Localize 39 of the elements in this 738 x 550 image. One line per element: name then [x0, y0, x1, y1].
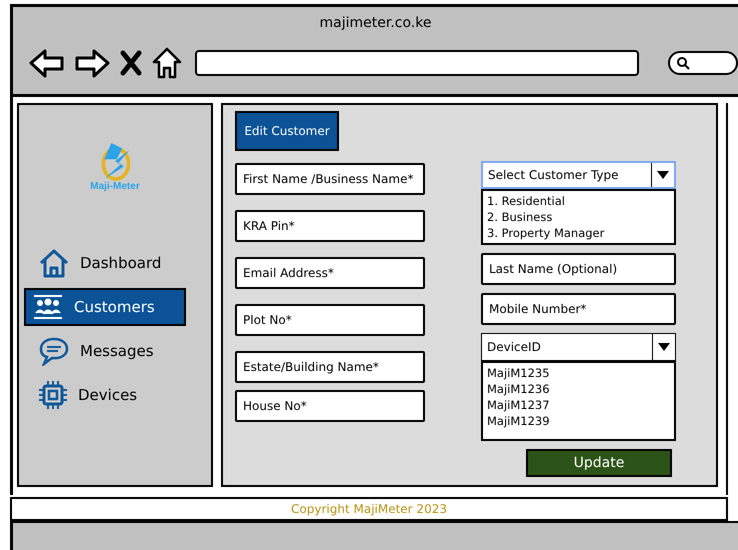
input-field[interactable]: Mobile Number* — [481, 293, 676, 325]
dropdown-option[interactable]: MajiM1235 — [487, 365, 670, 381]
sidebar-item[interactable]: Customers — [24, 288, 186, 326]
input-field[interactable]: House No* — [235, 390, 425, 422]
dropdown-option[interactable]: MajiM1237 — [487, 397, 670, 413]
people-icon — [32, 294, 64, 320]
dropdown-option[interactable]: 2. Business — [487, 209, 670, 225]
input-field[interactable]: Last Name (Optional) — [481, 253, 676, 285]
page-title: majimeter.co.ke — [318, 14, 432, 33]
input-field[interactable]: KRA Pin* — [235, 210, 425, 242]
edit-customer-tab[interactable]: Edit Customer — [235, 111, 339, 151]
sidebar-item[interactable]: Messages — [24, 332, 186, 370]
home-icon — [38, 248, 70, 278]
address-bar[interactable] — [195, 50, 639, 76]
home-icon[interactable] — [152, 47, 182, 79]
dropdown-option[interactable]: MajiM1236 — [487, 381, 670, 397]
back-icon[interactable] — [29, 48, 65, 78]
search-field[interactable] — [668, 51, 738, 75]
input-field[interactable]: Plot No* — [235, 304, 425, 336]
dropdown-option[interactable]: MajiM1239 — [487, 413, 670, 429]
copyright-text: Copyright MajiMeter 2023 — [291, 502, 447, 516]
sidebar-item[interactable]: Devices — [24, 376, 186, 414]
input-field[interactable]: Estate/Building Name* — [235, 351, 425, 383]
caret-icon — [657, 171, 669, 179]
close-icon[interactable] — [119, 50, 143, 76]
sidebar-item[interactable]: Dashboard — [24, 244, 186, 282]
search-icon — [676, 56, 690, 70]
device-dropdown[interactable]: DeviceID — [481, 333, 676, 361]
dropdown-option[interactable]: 3. Property Manager — [487, 225, 670, 241]
chip-icon — [38, 380, 68, 410]
customer-type-dropdown[interactable]: Select Customer Type — [481, 161, 676, 189]
input-field[interactable]: Email Address* — [235, 257, 425, 289]
input-field[interactable]: First Name /Business Name* — [235, 163, 425, 195]
forward-icon[interactable] — [74, 48, 110, 78]
logo-text: Maji-Meter — [90, 181, 140, 192]
dropdown-option[interactable]: 1. Residential — [487, 193, 670, 209]
update-button[interactable]: Update — [526, 449, 672, 477]
caret-icon — [658, 343, 670, 351]
sms-icon — [38, 336, 70, 366]
